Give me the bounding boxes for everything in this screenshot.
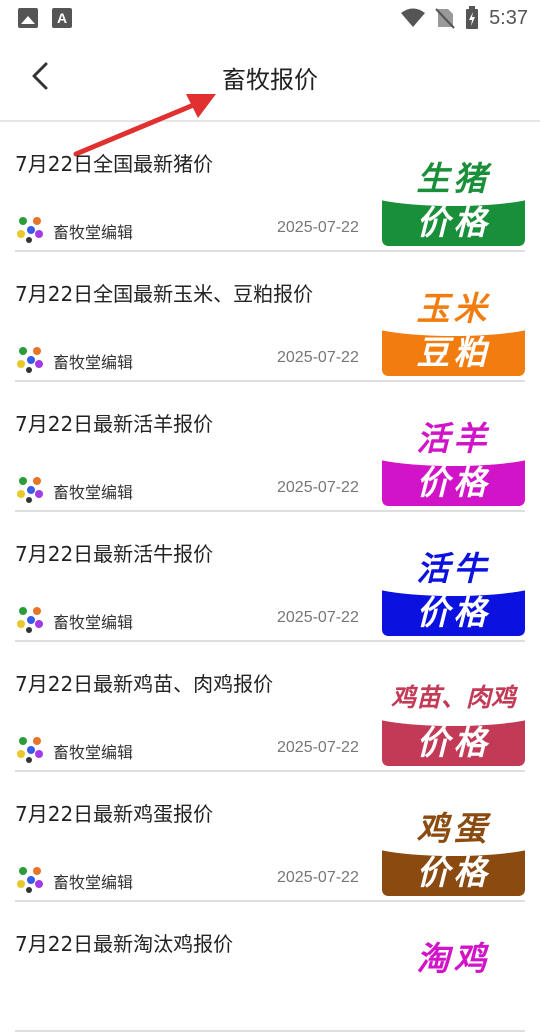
thumbnail-bottom-text: 豆粕 — [416, 333, 491, 372]
list-item[interactable]: 7月22日最新鸡蛋报价 畜牧堂编辑 2025-07-22 鸡蛋 价格 — [15, 772, 525, 902]
article-title: 7月22日最新活羊报价 — [15, 412, 214, 436]
thumbnail-top-text: 生猪 — [416, 159, 491, 198]
publish-date: 2025-07-22 — [277, 479, 359, 496]
wifi-icon — [401, 8, 426, 27]
article-thumbnail: 玉米 豆粕 — [382, 280, 525, 376]
list-item[interactable]: 7月22日全国最新玉米、豆粕报价 畜牧堂编辑 2025-07-22 玉米 豆粕 — [15, 252, 525, 382]
article-title: 7月22日最新鸡苗、肉鸡报价 — [15, 672, 274, 696]
author-name: 畜牧堂编辑 — [53, 613, 134, 632]
list-item[interactable]: 7月22日全国最新猪价 畜牧堂编辑 2025-07-22 生猪 价格 — [15, 122, 525, 252]
publish-date: 2025-07-22 — [277, 219, 359, 236]
list-item[interactable]: 7月22日最新活羊报价 畜牧堂编辑 2025-07-22 活羊 价格 — [15, 382, 525, 512]
author-name: 畜牧堂编辑 — [53, 223, 134, 242]
author-avatar-icon — [17, 477, 43, 503]
author-avatar-icon — [17, 347, 43, 373]
thumbnail-top-text: 玉米 — [416, 289, 491, 328]
thumbnail-bottom-text: 价格 — [416, 723, 491, 762]
article-thumbnail: 活牛 价格 — [382, 540, 525, 636]
thumbnail-top-text: 活羊 — [416, 419, 491, 458]
author-name: 畜牧堂编辑 — [53, 743, 134, 762]
list-item[interactable]: 7月22日最新淘汰鸡报价 淘鸡 — [15, 902, 525, 1032]
clock: 5:37 — [489, 6, 528, 29]
article-thumbnail: 生猪 价格 — [382, 150, 525, 246]
thumbnail-bottom-text: 价格 — [416, 593, 491, 632]
publish-date: 2025-07-22 — [277, 739, 359, 756]
article-title: 7月22日最新鸡蛋报价 — [15, 802, 214, 826]
image-notification-icon — [18, 8, 38, 28]
list-item[interactable]: 7月22日最新活牛报价 畜牧堂编辑 2025-07-22 活牛 价格 — [15, 512, 525, 642]
list-item[interactable]: 7月22日最新鸡苗、肉鸡报价 畜牧堂编辑 2025-07-22 鸡苗、肉鸡 价格 — [15, 642, 525, 772]
article-thumbnail: 活羊 价格 — [382, 410, 525, 506]
author-name: 畜牧堂编辑 — [53, 353, 134, 372]
article-thumbnail: 鸡苗、肉鸡 价格 — [382, 670, 525, 766]
publish-date: 2025-07-22 — [277, 349, 359, 366]
price-article-list: 7月22日全国最新猪价 畜牧堂编辑 2025-07-22 生猪 价格 7月22日… — [0, 122, 540, 1032]
article-title: 7月22日最新活牛报价 — [15, 542, 214, 566]
thumbnail-top-text: 鸡苗、肉鸡 — [390, 683, 516, 712]
font-notification-icon: A — [52, 8, 72, 28]
author-avatar-icon — [17, 737, 43, 763]
no-sim-icon — [435, 8, 455, 29]
thumbnail-bottom-text: 价格 — [416, 463, 491, 502]
author-avatar-icon — [17, 217, 43, 243]
thumbnail-bottom-text: 价格 — [416, 853, 491, 892]
article-title: 7月22日全国最新玉米、豆粕报价 — [15, 282, 314, 306]
publish-date: 2025-07-22 — [277, 869, 359, 886]
author-avatar-icon — [17, 607, 43, 633]
thumbnail-top-text: 鸡蛋 — [416, 809, 491, 848]
battery-charging-icon — [466, 6, 479, 29]
author-name: 畜牧堂编辑 — [53, 873, 134, 892]
publish-date: 2025-07-22 — [277, 609, 359, 626]
status-bar: A 5:37 — [0, 0, 540, 36]
author-name: 畜牧堂编辑 — [53, 483, 134, 502]
article-thumbnail: 鸡蛋 价格 — [382, 800, 525, 896]
article-title: 7月22日全国最新猪价 — [15, 152, 214, 176]
thumbnail-bottom-text: 价格 — [416, 203, 491, 242]
article-title: 7月22日最新淘汰鸡报价 — [15, 932, 234, 956]
thumbnail-top-text: 淘鸡 — [416, 939, 491, 978]
article-thumbnail: 淘鸡 — [382, 930, 525, 1026]
author-avatar-icon — [17, 867, 43, 893]
thumbnail-top-text: 活牛 — [416, 549, 491, 588]
